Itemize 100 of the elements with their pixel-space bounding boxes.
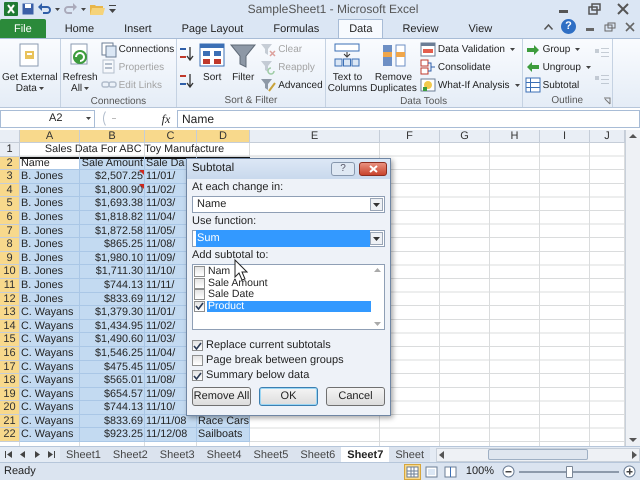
ribbon-tab[interactable]: Page Layout [170, 19, 254, 38]
row-header[interactable]: 1 [0, 143, 20, 157]
row-header[interactable]: 5 [0, 197, 20, 211]
table-cell[interactable]: $923.25 [80, 428, 145, 442]
row-header[interactable]: 20 [0, 401, 20, 415]
ribbon-button[interactable]: Group [524, 41, 592, 58]
ribbon-button[interactable]: Consolidate [418, 58, 521, 76]
column-header[interactable]: F [380, 130, 440, 143]
sheet-tab[interactable]: Sheet [389, 447, 430, 462]
ribbon-tab[interactable]: Home [54, 19, 106, 38]
formula-field[interactable]: Name [177, 110, 640, 128]
table-cell[interactable]: $1,546.25 [80, 346, 145, 360]
sheet-tab[interactable]: Sheet7 [341, 447, 390, 462]
ribbon-button[interactable]: Subtotal [524, 76, 592, 94]
row-header[interactable]: 15 [0, 333, 20, 347]
table-cell[interactable]: $1,800.90 [80, 184, 145, 198]
row-header[interactable]: 12 [0, 292, 20, 306]
table-cell[interactable]: $654.57 [80, 388, 145, 402]
table-cell[interactable]: $865.25 [80, 238, 145, 252]
table-cell[interactable]: $744.13 [80, 401, 145, 415]
table-cell[interactable]: $833.69 [80, 292, 145, 306]
table-cell[interactable]: $1,980.10 [80, 252, 145, 266]
ribbon-button[interactable]: Connections [100, 41, 176, 58]
column-header[interactable]: C [145, 130, 197, 143]
table-cell[interactable]: Name [20, 156, 80, 170]
ribbon-button[interactable]: Refresh All [62, 41, 99, 95]
column-header[interactable]: B [80, 130, 145, 143]
change-dropdown[interactable]: Name [192, 196, 385, 213]
table-cell[interactable]: C. Wayans [20, 388, 80, 402]
sheet-tab[interactable]: Sheet4 [200, 447, 248, 462]
table-cell[interactable]: C. Wayans [20, 306, 80, 320]
sheet-tab[interactable]: Sheet6 [294, 447, 342, 462]
row-header[interactable]: 19 [0, 388, 20, 402]
ribbon-tab[interactable]: Review [391, 19, 450, 38]
dialog-button[interactable]: OK [259, 387, 318, 406]
column-header[interactable]: D [197, 130, 250, 143]
row-header[interactable]: 14 [0, 320, 20, 334]
column-header[interactable]: J [590, 130, 625, 143]
list-item[interactable]: Nam [207, 266, 371, 278]
table-cell[interactable]: $1,711.30 [80, 265, 145, 279]
table-cell[interactable]: $833.69 [80, 414, 145, 428]
field-list[interactable]: Nam Sale Amount Sale Date Product [192, 264, 385, 330]
row-header[interactable]: 17 [0, 360, 20, 374]
table-cell[interactable]: C. Wayans [20, 360, 80, 374]
table-cell[interactable]: C. Wayans [20, 333, 80, 347]
table-cell[interactable]: $1,872.58 [80, 224, 145, 238]
table-cell[interactable]: $2,507.25 [80, 170, 145, 184]
table-cell[interactable]: $1,693.38 [80, 197, 145, 211]
dialog-button[interactable]: Remove All [192, 387, 251, 406]
column-header[interactable]: E [250, 130, 380, 143]
row-header[interactable]: 6 [0, 210, 20, 225]
row-header[interactable]: 10 [0, 265, 20, 279]
help-button[interactable]: ? [331, 162, 355, 176]
ribbon-tab[interactable]: Insert [113, 19, 163, 38]
table-cell[interactable]: C. Wayans [20, 428, 80, 442]
table-cell[interactable]: Sailboats [197, 428, 250, 442]
ribbon-button[interactable]: Text to Columns [326, 41, 368, 95]
ribbon-button[interactable]: Remove Duplicates [369, 41, 418, 95]
table-cell[interactable]: $475.45 [80, 360, 145, 374]
table-cell[interactable]: $1,490.60 [80, 333, 145, 347]
file-tab[interactable]: File [0, 19, 46, 38]
ribbon-button[interactable]: Sort [197, 41, 228, 84]
table-cell[interactable]: $1,818.82 [80, 210, 145, 225]
table-cell[interactable]: C. Wayans [20, 374, 80, 388]
table-cell[interactable]: C. Wayans [20, 346, 80, 360]
row-header[interactable]: 13 [0, 306, 20, 320]
table-cell[interactable]: $744.13 [80, 278, 145, 293]
table-cell[interactable]: B. Jones [20, 265, 80, 279]
sheet-tab[interactable]: Sheet2 [106, 447, 154, 462]
column-header[interactable]: I [540, 130, 590, 143]
table-cell[interactable]: C. Wayans [20, 320, 80, 334]
ribbon-button[interactable]: Get External Data [1, 41, 59, 95]
table-cell[interactable]: B. Jones [20, 292, 80, 306]
column-header[interactable]: G [440, 130, 490, 143]
column-header[interactable]: H [490, 130, 540, 143]
help-button[interactable]: ? [561, 19, 576, 34]
row-header[interactable]: 22 [0, 428, 20, 442]
row-header[interactable]: 21 [0, 414, 20, 428]
table-cell[interactable]: B. Jones [20, 170, 80, 184]
name-box[interactable]: A2 [0, 110, 95, 128]
ribbon-button[interactable]: Advanced [259, 76, 324, 94]
table-cell[interactable]: Sale Amount [80, 156, 145, 170]
table-cell[interactable]: $1,379.30 [80, 306, 145, 320]
table-cell[interactable]: B. Jones [20, 278, 80, 293]
table-cell[interactable]: B. Jones [20, 224, 80, 238]
row-header[interactable]: 2 [0, 156, 20, 170]
ribbon-tab[interactable]: Formulas [262, 19, 330, 38]
ribbon-tab[interactable]: View [458, 19, 504, 38]
ribbon-button[interactable]: What-If Analysis [418, 76, 521, 94]
table-cell[interactable]: 11/12/08 [145, 428, 197, 442]
row-header[interactable]: 3 [0, 170, 20, 184]
row-header[interactable]: 18 [0, 374, 20, 388]
insert-function-button[interactable]: fx [155, 110, 177, 128]
ribbon-tab[interactable]: Data [338, 19, 384, 38]
table-cell[interactable]: B. Jones [20, 184, 80, 198]
table-cell[interactable]: C. Wayans [20, 401, 80, 415]
row-header[interactable]: 7 [0, 224, 20, 238]
row-header[interactable]: 8 [0, 238, 20, 252]
row-header[interactable]: 9 [0, 252, 20, 266]
table-cell[interactable]: B. Jones [20, 238, 80, 252]
